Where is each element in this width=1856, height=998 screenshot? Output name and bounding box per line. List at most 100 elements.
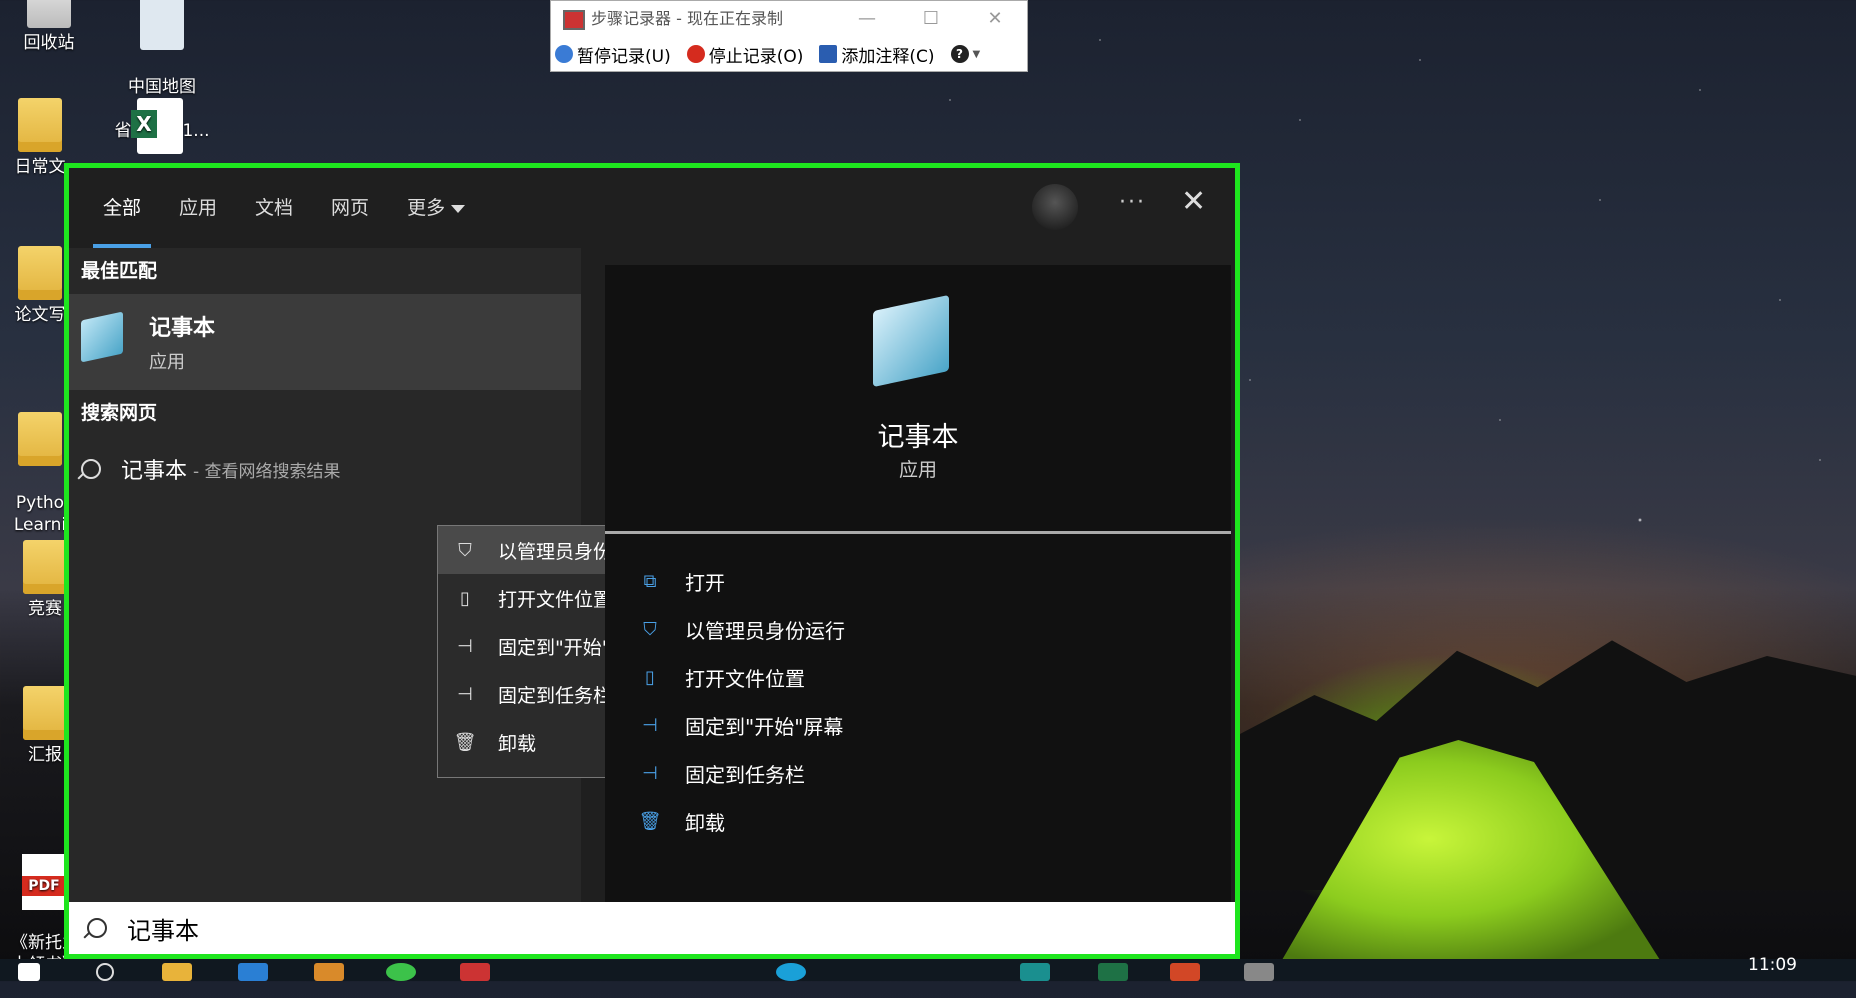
pause-recording-button[interactable]: 暂停记录(U) (555, 42, 671, 67)
pause-recording-label: 暂停记录(U) (577, 46, 671, 67)
folder-icon (23, 686, 67, 740)
search-icon (87, 918, 107, 938)
add-comment-button[interactable]: 添加注释(C) (819, 42, 935, 67)
excel-icon[interactable] (1098, 963, 1128, 981)
pin-icon: ⊣ (642, 762, 658, 784)
steps-recorder-app-icon (563, 10, 585, 30)
app-icon[interactable] (1020, 963, 1050, 981)
taskbar: 11:09 (0, 955, 1856, 981)
image-file-icon (140, 0, 184, 50)
action-pin-to-taskbar[interactable]: ⊣ 固定到任务栏 (639, 749, 845, 797)
desktop-icon-excel-file[interactable] (110, 98, 210, 154)
folder-icon: ▯ (460, 587, 470, 609)
pin-icon: ⊣ (642, 714, 658, 736)
recycle-bin-icon (27, 0, 71, 28)
tab-more-label: 更多 (407, 197, 446, 219)
folder-icon (18, 246, 62, 300)
shield-icon: ⛉ (458, 539, 472, 561)
search-tab-bar: 全部 应用 文档 网页 更多 ··· ✕ (69, 168, 1235, 248)
minimize-button[interactable]: — (835, 1, 899, 37)
web-search-result[interactable]: 记事本 - 查看网络搜索结果 (81, 453, 341, 485)
app-icon[interactable] (460, 963, 490, 981)
preview-app-type: 应用 (898, 459, 937, 481)
tab-all[interactable]: 全部 (92, 168, 152, 248)
stop-recording-button[interactable]: 停止记录(O) (686, 42, 804, 67)
app-icon[interactable] (314, 963, 344, 981)
search-icon[interactable] (96, 963, 114, 981)
wechat-icon[interactable] (386, 963, 416, 981)
caret-down-icon (451, 204, 466, 213)
web-search-heading: 搜索网页 (81, 402, 158, 424)
context-item-label: 打开文件位置 (498, 588, 613, 611)
maximize-button[interactable]: ☐ (899, 1, 963, 37)
desktop-icon-label: 回收站 (23, 33, 75, 53)
action-label: 打开 (685, 570, 725, 595)
pdf-file-icon (22, 854, 68, 910)
action-label: 固定到任务栏 (685, 762, 805, 787)
shield-icon: ⛉ (643, 618, 657, 640)
best-match-type: 应用 (149, 352, 185, 373)
best-match-heading: 最佳匹配 (81, 260, 158, 282)
divider (605, 531, 1231, 534)
context-item-label: 卸载 (498, 732, 537, 755)
pin-icon: ⊣ (457, 635, 473, 657)
trash-icon: 🗑 (638, 810, 662, 832)
tab-apps[interactable]: 应用 (175, 168, 221, 248)
desktop-icon-recycle-bin[interactable]: 回收站 (4, 0, 94, 54)
tab-more[interactable]: 更多 (403, 168, 469, 248)
windows-search-panel: 全部 应用 文档 网页 更多 ··· ✕ 最佳匹配 记事本 应用 搜索网页 记事… (64, 163, 1240, 959)
action-uninstall[interactable]: 🗑 卸载 (639, 797, 845, 845)
stop-icon (686, 45, 705, 63)
folder-icon (18, 98, 62, 152)
search-input[interactable] (125, 913, 1029, 943)
powerpoint-icon[interactable] (1170, 963, 1200, 981)
close-button[interactable]: ✕ (963, 1, 1027, 37)
folder-icon (23, 540, 67, 594)
avatar[interactable] (1032, 184, 1078, 230)
search-icon (81, 459, 101, 479)
trash-icon: 🗑 (453, 731, 477, 753)
web-search-query: 记事本 (121, 459, 188, 484)
file-explorer-icon[interactable] (162, 963, 192, 981)
browser-icon[interactable] (776, 963, 806, 981)
add-comment-label: 添加注释(C) (841, 46, 935, 67)
action-label: 卸载 (685, 810, 725, 835)
stop-recording-label: 停止记录(O) (708, 46, 804, 67)
preview-actions: ⧉ 打开 ⛉ 以管理员身份运行 ▯ 打开文件位置 ⊣ 固定到"开始"屏幕 ⊣ 固… (639, 557, 845, 845)
steps-recorder-window: 步骤记录器 - 现在正在录制 — ☐ ✕ 暂停记录(U) 停止记录(O) 添加注… (550, 0, 1028, 72)
action-pin-to-start[interactable]: ⊣ 固定到"开始"屏幕 (639, 701, 845, 749)
context-item-label: 固定到任务栏 (498, 684, 613, 707)
system-clock[interactable]: 11:09 (1748, 955, 1797, 975)
store-icon[interactable] (238, 963, 268, 981)
action-open[interactable]: ⧉ 打开 (639, 557, 845, 605)
action-open-file-location[interactable]: ▯ 打开文件位置 (639, 653, 845, 701)
folder-icon: ▯ (645, 666, 655, 688)
notepad-app-icon (81, 311, 123, 363)
best-match-name: 记事本 (149, 316, 216, 341)
notepad-app-icon (873, 294, 949, 388)
help-icon: ? (950, 45, 969, 63)
action-label: 固定到"开始"屏幕 (685, 714, 844, 739)
pin-icon: ⊣ (457, 683, 473, 705)
steps-recorder-title: 步骤记录器 - 现在正在录制 (591, 9, 783, 28)
steps-recorder-taskbar-icon[interactable] (1244, 963, 1274, 981)
action-run-as-admin[interactable]: ⛉ 以管理员身份运行 (639, 605, 845, 653)
preview-pane: 记事本 应用 ⧉ 打开 ⛉ 以管理员身份运行 ▯ 打开文件位置 ⊣ 固定到"开始… (605, 265, 1231, 902)
more-options-button[interactable]: ··· (1119, 190, 1146, 215)
folder-icon (18, 412, 62, 466)
steps-recorder-titlebar: 步骤记录器 - 现在正在录制 — ☐ ✕ (551, 1, 1027, 37)
tab-web[interactable]: 网页 (327, 168, 373, 248)
excel-file-icon (131, 98, 183, 154)
search-bar (69, 902, 1235, 954)
web-search-hint: - 查看网络搜索结果 (193, 461, 341, 482)
pause-icon (555, 45, 573, 63)
windows-start-icon[interactable] (18, 963, 40, 981)
comment-icon (819, 45, 838, 63)
close-search-button[interactable]: ✕ (1181, 184, 1206, 219)
tab-documents[interactable]: 文档 (251, 168, 297, 248)
help-button[interactable]: ? ▼ (950, 45, 980, 63)
action-label: 以管理员身份运行 (685, 618, 845, 643)
best-match-result[interactable]: 记事本 应用 (69, 294, 581, 390)
action-label: 打开文件位置 (685, 666, 805, 691)
open-icon: ⧉ (643, 570, 657, 592)
